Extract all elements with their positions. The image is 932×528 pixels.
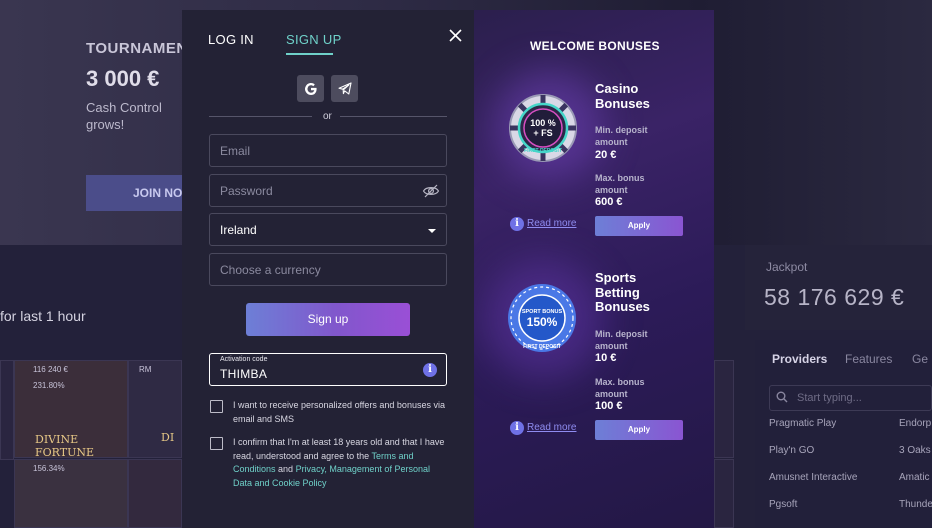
game-tile[interactable] bbox=[714, 360, 734, 458]
country-select[interactable]: Ireland bbox=[209, 213, 447, 246]
provider-item[interactable]: 3 Oaks bbox=[899, 445, 931, 456]
tab-signup[interactable]: SIGN UP bbox=[286, 32, 342, 47]
password-placeholder: Password bbox=[220, 184, 273, 198]
casino-min-deposit-label: Min. deposit amount bbox=[595, 125, 648, 147]
game-tile-title: DI bbox=[161, 431, 175, 444]
close-icon[interactable] bbox=[449, 29, 462, 42]
search-icon bbox=[776, 391, 788, 403]
provider-item[interactable]: Pragmatic Play bbox=[769, 418, 836, 429]
jackpot-amount: 58 176 629 € bbox=[764, 284, 905, 310]
game-tile-multiplier: 156.34% bbox=[33, 464, 65, 473]
provider-item[interactable]: Amusnet Interactive bbox=[769, 472, 857, 483]
casino-max-bonus-label: Max. bonus amount bbox=[595, 173, 645, 195]
chip-ring-text: FIRST DEPOSIT bbox=[523, 344, 561, 350]
telegram-login-button[interactable] bbox=[331, 75, 358, 102]
welcome-bonuses-title: WELCOME BONUSES bbox=[530, 39, 660, 53]
offers-consent-text: I want to receive personalized offers an… bbox=[233, 400, 445, 424]
casino-apply-button[interactable]: Apply bbox=[595, 216, 683, 236]
tournament-title: TOURNAMEN bbox=[86, 40, 188, 57]
signup-modal: LOG IN SIGN UP or Email Password Ireland… bbox=[182, 10, 474, 528]
provider-item[interactable]: Pgsoft bbox=[769, 499, 797, 510]
telegram-icon bbox=[337, 82, 352, 95]
active-tab-indicator bbox=[286, 53, 333, 55]
search-placeholder: Start typing... bbox=[797, 392, 862, 404]
game-tile[interactable] bbox=[0, 360, 14, 460]
game-tile-divine-fortune[interactable]: 116 240 € 231.80% DIVINE FORTUNE bbox=[14, 360, 128, 459]
chevron-down-icon bbox=[428, 229, 436, 233]
google-icon bbox=[304, 82, 317, 95]
provider-item[interactable]: Endorp bbox=[899, 418, 931, 429]
game-tile-title: DIVINE FORTUNE bbox=[35, 433, 95, 459]
sports-apply-button[interactable]: Apply bbox=[595, 420, 683, 440]
google-login-button[interactable] bbox=[297, 75, 324, 102]
join-tournament-button[interactable]: JOIN NO bbox=[86, 175, 186, 211]
game-tile-multiplier: 231.80% bbox=[33, 381, 65, 390]
country-value: Ireland bbox=[220, 223, 257, 237]
tab-login[interactable]: LOG IN bbox=[208, 32, 254, 47]
game-tile-win-amount: 116 240 € bbox=[33, 365, 68, 374]
activation-code-field[interactable]: Activation code THIMBA i bbox=[209, 353, 447, 386]
casino-min-deposit-value: 20 € bbox=[595, 149, 617, 161]
last-hour-heading: for last 1 hour bbox=[0, 308, 86, 324]
sports-max-bonus-label: Max. bonus amount bbox=[595, 377, 645, 399]
offers-checkbox[interactable] bbox=[210, 400, 223, 413]
casino-read-more-link[interactable]: Read more bbox=[527, 218, 576, 229]
eye-off-icon[interactable] bbox=[422, 183, 440, 199]
game-tile[interactable]: 156.34% bbox=[14, 459, 128, 528]
tab-providers[interactable]: Providers bbox=[772, 352, 827, 366]
sports-bonus-chip-icon: SPORT BONUS 150% FIRST DEPOSIT bbox=[508, 284, 576, 352]
activation-code-label: Activation code bbox=[220, 356, 268, 363]
divider bbox=[209, 116, 312, 117]
divider bbox=[340, 116, 447, 117]
jackpot-label: Jackpot bbox=[766, 260, 808, 274]
sports-bonus-title: Sports Betting Bonuses bbox=[595, 270, 650, 314]
email-placeholder: Email bbox=[220, 144, 251, 158]
activation-code-value: THIMBA bbox=[220, 367, 268, 381]
chip-ring-text: FIRST DEPOSIT bbox=[524, 148, 562, 154]
provider-item[interactable]: Amatic bbox=[899, 472, 930, 483]
tab-genres[interactable]: Ge bbox=[912, 352, 928, 366]
provider-item[interactable]: Play'n GO bbox=[769, 445, 814, 456]
or-separator: or bbox=[323, 111, 332, 122]
info-icon[interactable]: i bbox=[510, 421, 524, 435]
age-terms-consent-text: I confirm that I'm at least 18 years old… bbox=[233, 436, 448, 490]
chip-text: 150% bbox=[527, 315, 558, 329]
chip-text: + FS bbox=[533, 128, 552, 138]
sports-read-more-link[interactable]: Read more bbox=[527, 422, 576, 433]
provider-item[interactable]: Thunde bbox=[899, 499, 932, 510]
currency-select[interactable]: Choose a currency bbox=[209, 253, 447, 286]
tournament-amount: 3 000 € bbox=[86, 66, 160, 91]
tournament-description: Cash Control grows! bbox=[86, 100, 162, 132]
casino-max-bonus-value: 600 € bbox=[595, 196, 623, 208]
tab-features[interactable]: Features bbox=[845, 352, 892, 366]
age-terms-checkbox[interactable] bbox=[210, 437, 223, 450]
consent-and-text: and bbox=[275, 464, 296, 474]
game-tile[interactable] bbox=[714, 459, 734, 528]
currency-placeholder: Choose a currency bbox=[220, 263, 321, 277]
casino-bonus-chip-icon: 100 % + FS FIRST DEPOSIT bbox=[509, 94, 577, 162]
signup-button[interactable]: Sign up bbox=[246, 303, 410, 336]
password-field[interactable]: Password bbox=[209, 174, 447, 207]
email-field[interactable]: Email bbox=[209, 134, 447, 167]
sports-max-bonus-value: 100 € bbox=[595, 400, 623, 412]
welcome-bonuses-panel: WELCOME BONUSES 100 % + FS FIRST DEPOSIT… bbox=[474, 10, 714, 528]
info-icon[interactable]: i bbox=[423, 363, 437, 377]
chip-text: 100 % bbox=[530, 118, 556, 128]
sports-min-deposit-value: 10 € bbox=[595, 352, 617, 364]
casino-bonus-title: Casino Bonuses bbox=[595, 81, 650, 111]
info-icon[interactable]: i bbox=[510, 217, 524, 231]
game-tile[interactable] bbox=[128, 459, 182, 528]
game-tile[interactable]: RM DI bbox=[128, 360, 182, 458]
sports-min-deposit-label: Min. deposit amount bbox=[595, 329, 648, 351]
